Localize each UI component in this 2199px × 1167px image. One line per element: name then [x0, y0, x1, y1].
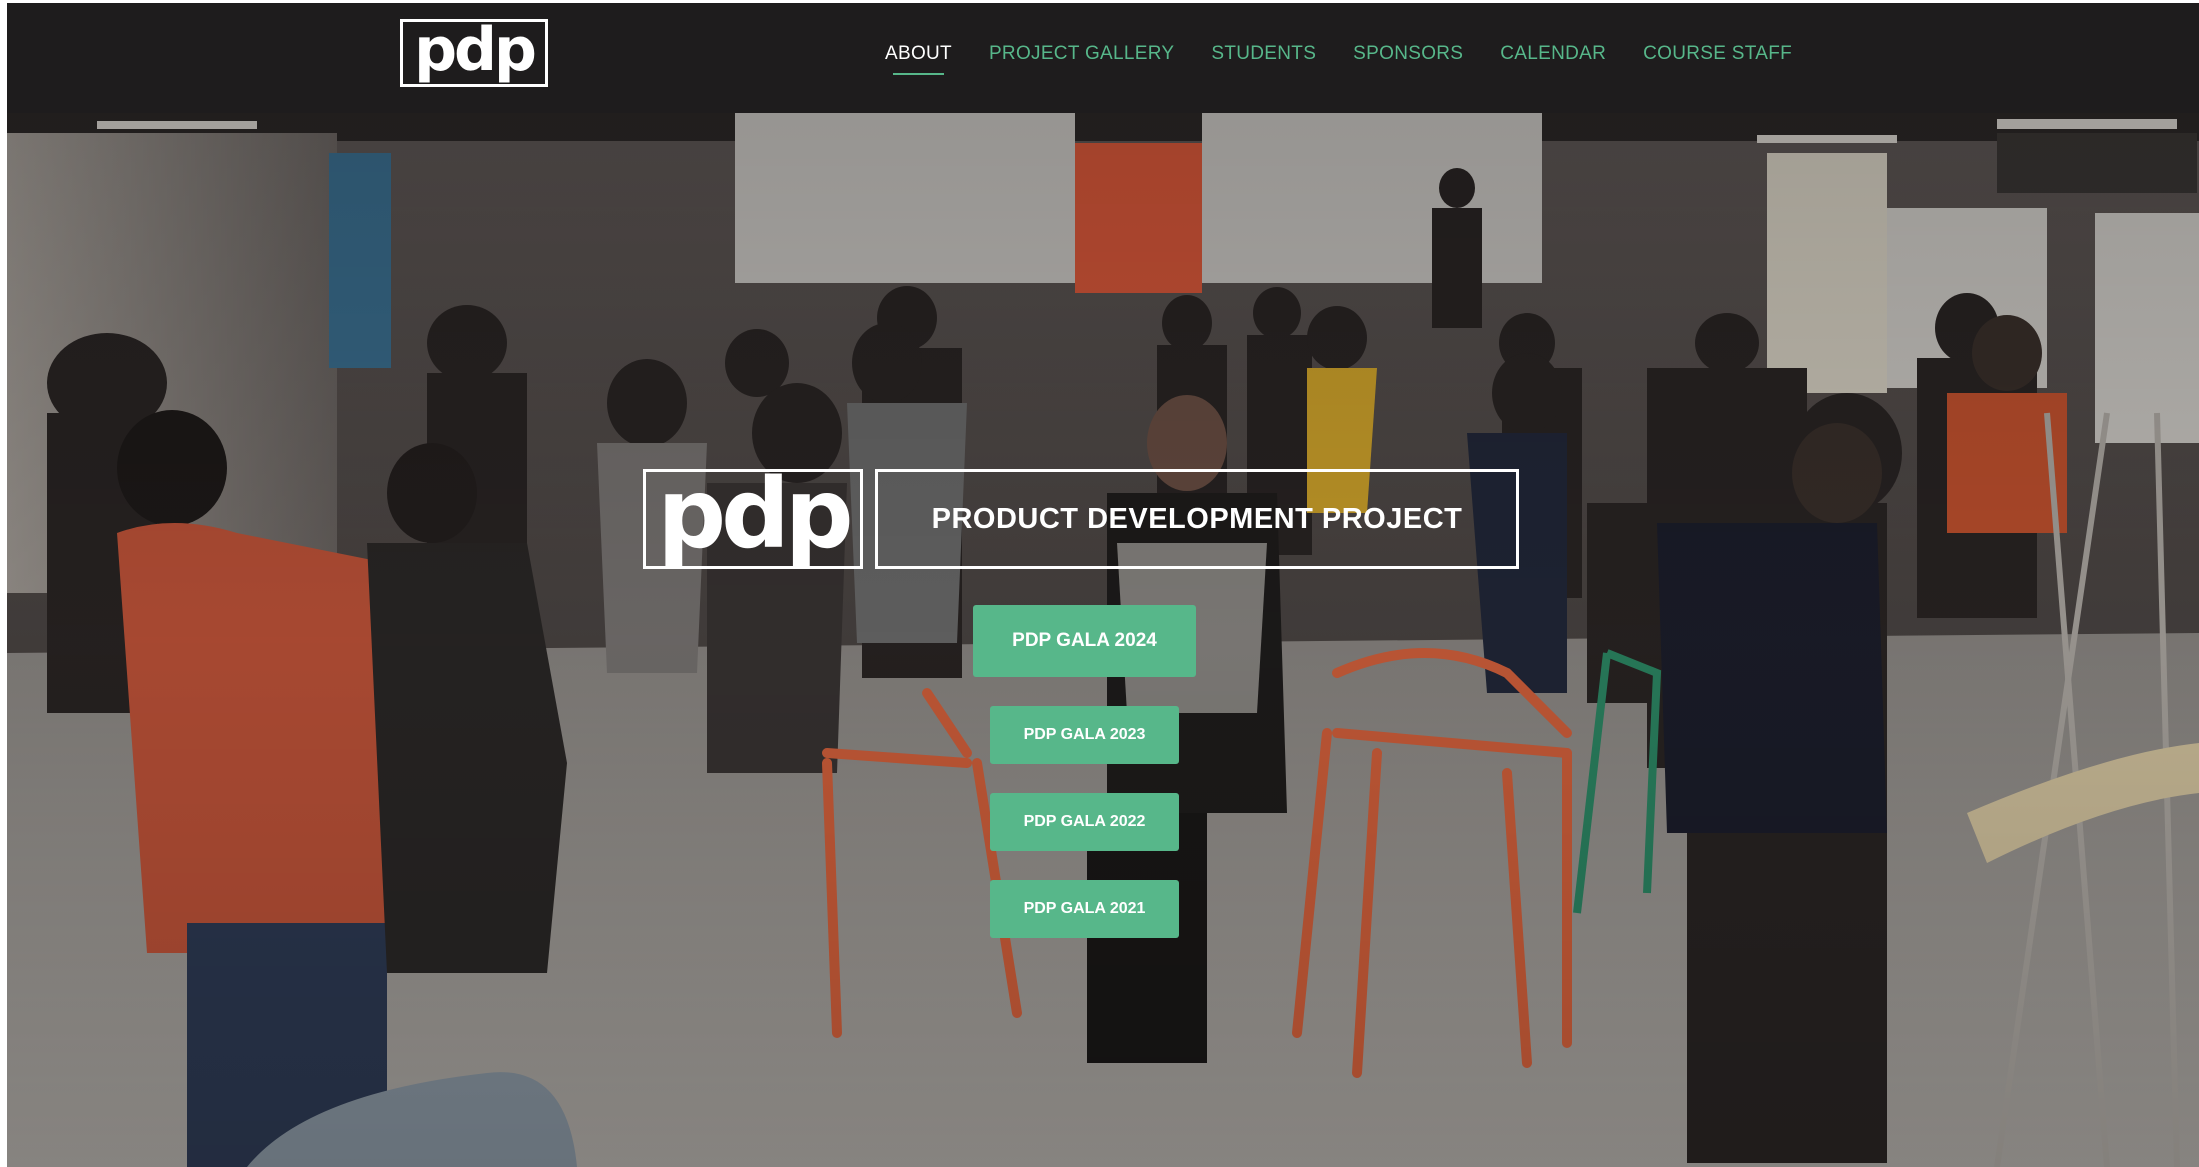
- page: pdp ABOUT PROJECT GALLERY STUDENTS SPONS…: [7, 3, 2199, 1167]
- nav-links: ABOUT PROJECT GALLERY STUDENTS SPONSORS …: [885, 43, 1829, 75]
- nav-link-about[interactable]: ABOUT: [885, 43, 952, 75]
- hero-pdp-logo: pdp: [643, 466, 863, 569]
- pdp-gala-2021-button[interactable]: PDP GALA 2021: [990, 880, 1179, 938]
- pdp-gala-2022-button[interactable]: PDP GALA 2022: [990, 793, 1179, 851]
- hero-section: pdp PRODUCT DEVELOPMENT PROJECT PDP GALA…: [7, 113, 2199, 1167]
- hero-title: PRODUCT DEVELOPMENT PROJECT: [931, 502, 1463, 535]
- site-logo[interactable]: pdp: [400, 19, 548, 87]
- nav-link-calendar[interactable]: CALENDAR: [1500, 43, 1606, 65]
- nav-link-project-gallery[interactable]: PROJECT GALLERY: [989, 43, 1174, 65]
- nav-link-course-staff[interactable]: COURSE STAFF: [1643, 43, 1792, 65]
- nav-link-students[interactable]: STUDENTS: [1211, 43, 1316, 65]
- pdp-gala-2024-button[interactable]: PDP GALA 2024: [973, 605, 1196, 677]
- hero-title-box: PRODUCT DEVELOPMENT PROJECT: [875, 469, 1519, 569]
- pdp-gala-2023-button[interactable]: PDP GALA 2023: [990, 706, 1179, 764]
- nav-link-sponsors[interactable]: SPONSORS: [1353, 43, 1463, 65]
- top-navbar: pdp ABOUT PROJECT GALLERY STUDENTS SPONS…: [7, 3, 2199, 113]
